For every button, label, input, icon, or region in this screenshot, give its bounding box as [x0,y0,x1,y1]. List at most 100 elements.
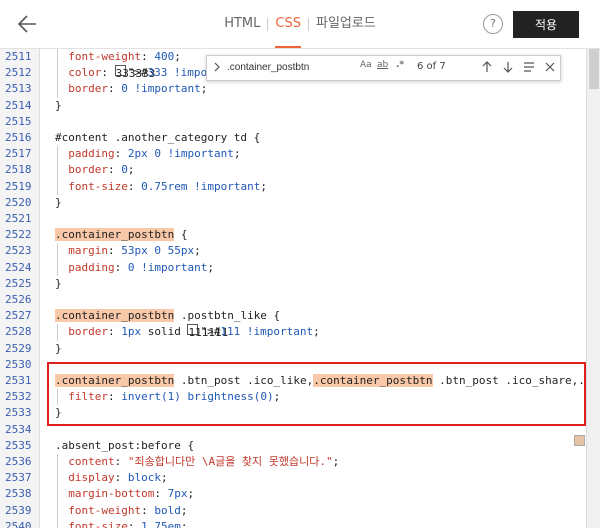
line-number: 2532 [5,390,32,404]
code-line[interactable]: 2526 [0,292,586,308]
line-number: 2526 [5,293,32,306]
code-line[interactable]: 2515 [0,114,586,130]
match-case-toggle[interactable]: Aa [360,60,372,70]
tab-css[interactable]: CSS [268,0,308,48]
line-number: 2530 [5,357,32,371]
line-number: 2536 [5,455,32,468]
code-line[interactable]: 2533} [0,405,586,421]
line-code: #content .another_category td { [55,131,261,144]
line-number: 2528 [5,325,32,339]
next-match-arrow-down-icon[interactable] [500,59,516,75]
code-line[interactable]: 2538 margin-bottom: 7px; [0,486,586,503]
code-line[interactable]: 2528 border: 1px solid 111111">#111 !imp… [0,324,586,341]
tab-html[interactable]: HTML [217,0,267,48]
line-code: font-size: 0.75rem !important; [68,179,267,193]
code-line[interactable]: 2516 #content .another_category td { [0,130,586,146]
regex-toggle[interactable]: .* [396,60,404,70]
line-number: 2523 [5,244,32,258]
line-code: font-size: 1.75em; [68,519,188,528]
line-number: 2516 [5,131,32,144]
code-line[interactable]: 2536 content: "죄송합니다만 \A글을 찾지 못했습니다."; [0,454,586,471]
code-line[interactable]: 2522 .container_postbtn { [0,227,586,243]
code-line[interactable]: 2524 padding: 0 !important; [0,259,586,276]
code-line[interactable]: 2514} [0,98,586,114]
line-code: border: 0 !important; [68,82,208,96]
line-number: 2524 [5,260,32,274]
css-code-editor[interactable]: 2511 font-weight: 400; 2512 color: 333333… [0,49,600,528]
apply-button[interactable]: 적용 [513,11,579,38]
line-code: .absent_post:before { [55,438,195,452]
code-line[interactable]: 2535 .absent_post:before { [0,438,586,454]
code-line[interactable]: 2519 font-size: 0.75rem !important; [0,178,586,195]
code-line[interactable]: 2525} [0,276,586,292]
code-line[interactable]: 2534 [0,422,586,438]
code-line[interactable]: 2517 padding: 2px 0 !important; [0,146,586,163]
line-number: 2535 [5,438,32,452]
editor-header: HTML CSS 파일업로드 ? 적용 [0,0,600,49]
line-number: 2525 [5,276,32,290]
previous-match-arrow-up-icon[interactable] [479,59,495,75]
line-number: 2511 [5,50,32,63]
line-number: 2512 [5,66,32,80]
line-code: .container_postbtn .btn_post .ico_like,.… [55,374,592,387]
line-number: 2521 [5,212,32,225]
line-number: 2518 [5,163,32,177]
code-line[interactable]: 2540 font-size: 1.75em; [0,518,586,528]
code-line[interactable]: 2523 margin: 53px 0 55px; [0,243,586,260]
code-line[interactable]: 2520} [0,195,586,211]
tab-bar: HTML CSS 파일업로드 [0,0,600,48]
tab-file-upload[interactable]: 파일업로드 [309,0,383,48]
close-icon[interactable] [542,59,558,75]
line-number: 2529 [5,341,32,355]
code-line[interactable]: 2518 border: 0; [0,162,586,179]
editor-scrollbar[interactable] [586,49,600,528]
line-number: 2539 [5,503,32,517]
find-widget: Aa ab .* 6 of 7 [206,55,561,81]
code-line[interactable]: 2530 [0,357,586,373]
toggle-replace-chevron-icon[interactable] [212,60,222,74]
code-line[interactable]: 2521 [0,211,586,227]
line-number: 2515 [5,114,32,128]
match-count: 6 of 7 [417,61,446,72]
code-line[interactable]: 2532 filter: invert(1) brightness(0); [0,389,586,406]
line-code: border: 1px solid 111111">#111 !importan… [68,324,320,340]
code-line[interactable]: 2529} [0,341,586,357]
code-line[interactable]: 2527 .container_postbtn .postbtn_like { [0,308,586,324]
code-line[interactable]: 2531 .container_postbtn .btn_post .ico_li… [0,373,591,389]
line-number: 2537 [5,471,32,485]
code-line[interactable]: 2537 display: block; [0,470,586,487]
line-code: font-weight: 400; [68,50,181,63]
line-code: } [55,406,62,420]
line-number: 2519 [5,179,32,193]
line-code: margin: 53px 0 55px; [68,244,201,258]
line-code: margin-bottom: 7px; [68,487,195,501]
line-number: 2517 [5,147,32,161]
line-number: 2540 [5,519,32,528]
line-number: 2527 [5,309,32,323]
line-code: filter: invert(1) brightness(0); [68,390,281,404]
line-code: } [55,276,62,290]
line-number: 2514 [5,98,32,112]
line-number: 2533 [5,406,32,420]
line-number: 2520 [5,195,32,209]
line-code: } [55,98,62,112]
line-number: 2522 [5,228,32,242]
scrollbar-thumb[interactable] [589,49,599,89]
line-code: .container_postbtn .postbtn_like { [55,309,281,323]
overview-ruler-match-marker [574,435,585,446]
code-line[interactable]: 2513 border: 0 !important; [0,81,586,98]
line-code: border: 0; [68,163,135,177]
line-number: 2538 [5,487,32,501]
help-icon[interactable]: ? [483,14,503,34]
line-code: display: block; [68,471,168,485]
line-code: font-weight: bold; [68,503,188,517]
line-code: .container_postbtn { [55,228,188,242]
line-code: } [55,341,62,355]
line-code: padding: 2px 0 !important; [68,147,241,161]
line-number: 2534 [5,422,32,436]
line-number: 2531 [5,374,32,387]
code-line[interactable]: 2539 font-weight: bold; [0,502,586,519]
whole-word-toggle[interactable]: ab [377,60,388,70]
line-code: content: "죄송합니다만 \A글을 찾지 못했습니다."; [68,455,340,468]
find-in-selection-icon[interactable] [521,59,537,75]
